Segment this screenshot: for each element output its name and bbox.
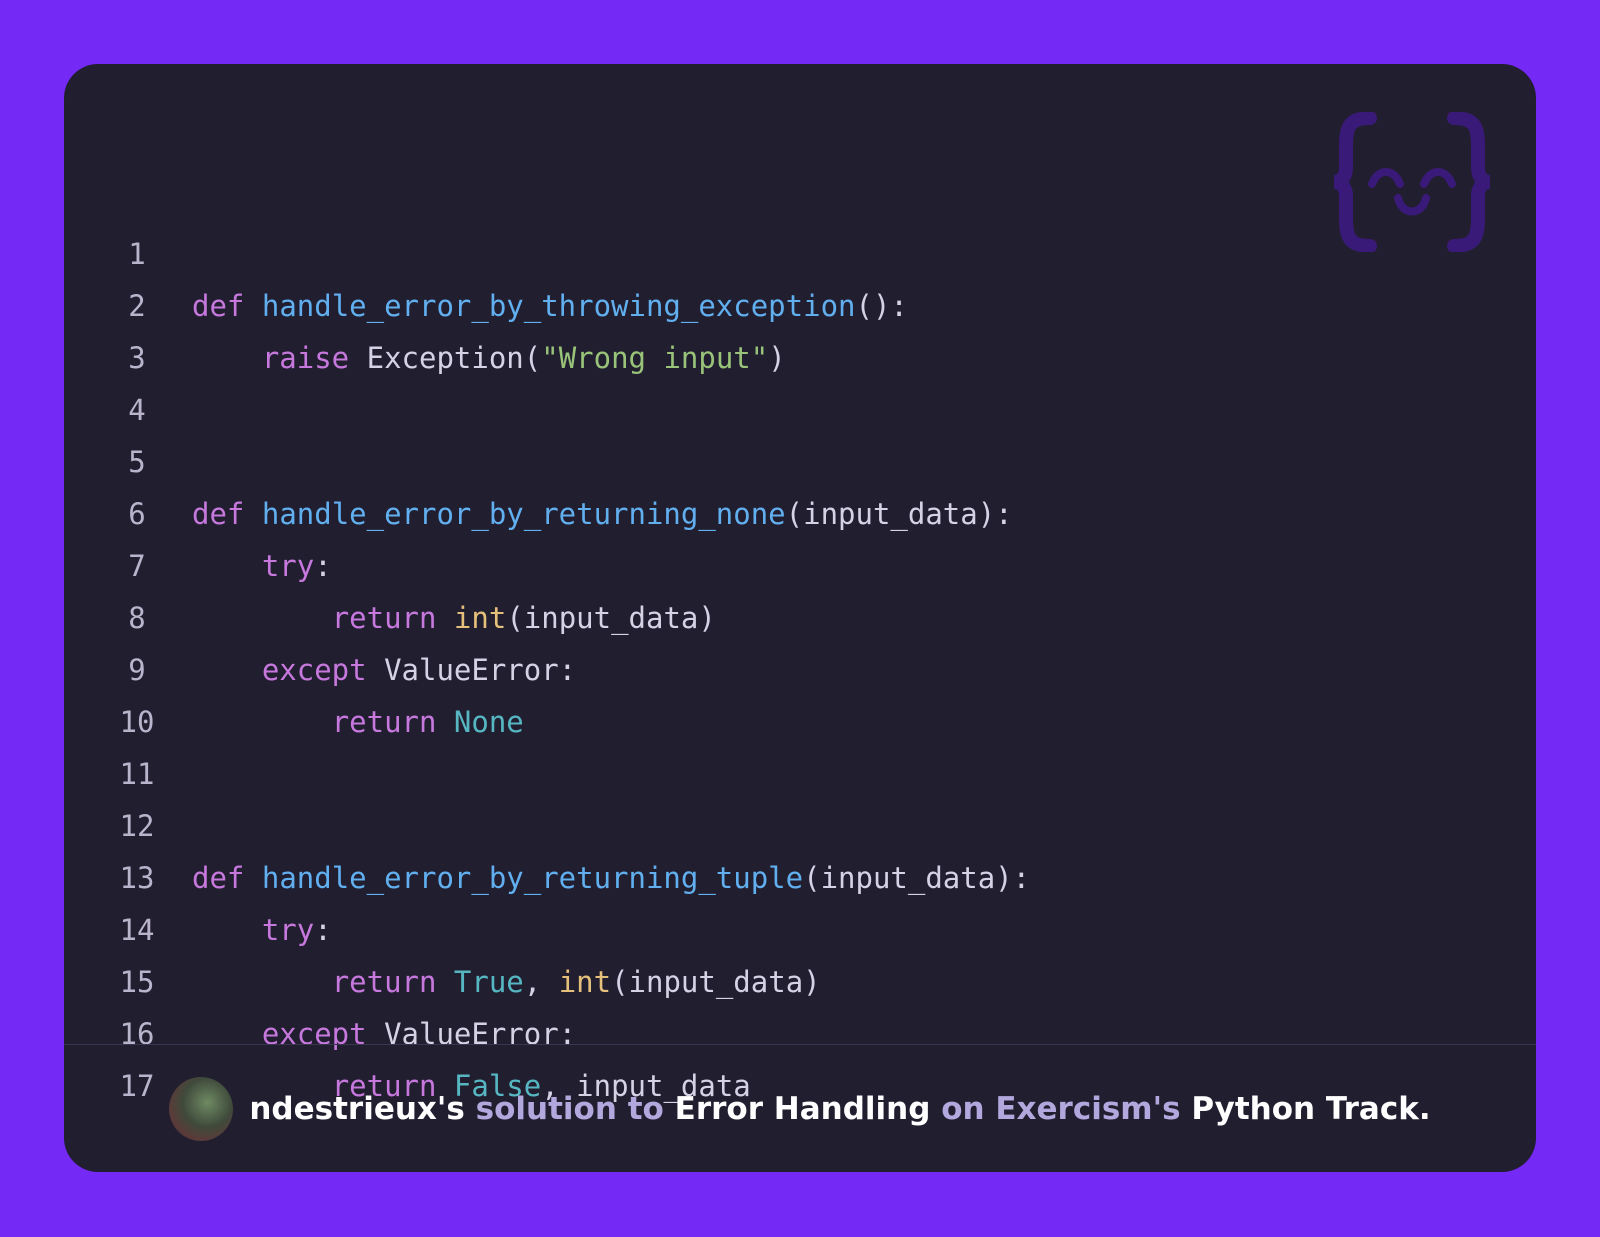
code-line: 13 try: [64,800,332,947]
code-text: (): [855,289,908,323]
string-literal: "Wrong input" [541,341,769,375]
keyword: def [192,289,245,323]
code-line: 11 [64,696,169,791]
keyword: raise [261,341,350,375]
code-line: 3 [64,280,169,375]
code-line: 2 raise Exception("Wrong input") [64,228,785,375]
code-text: : [314,913,332,947]
code-line: 16 return False, input_data [64,956,751,1103]
exercise-name[interactable]: Error Handling [675,1091,931,1127]
caption-text: on Exercism's [941,1090,1181,1127]
code-line: 7 return int(input_data) [64,488,716,635]
keyword: return [331,965,437,999]
code-text: : [314,549,332,583]
attribution-caption: ndestrieux's solution to Error Handling … [249,1091,1430,1127]
keyword: return [331,601,437,635]
keyword: return [331,705,437,739]
attribution-footer: ndestrieux's solution to Error Handling … [64,1045,1536,1172]
code-card: 1 def handle_error_by_throwing_exception… [64,64,1536,1172]
function-name: handle_error_by_returning_tuple [261,861,804,895]
code-line: 6 try: [64,436,331,583]
code-line: 4 [64,332,169,427]
keyword: try [261,549,315,583]
code-text: Exception( [366,341,542,375]
builtin: int [453,601,507,635]
code-line: 5 def handle_error_by_returning_none(inp… [64,384,1012,531]
keyword: try [261,913,315,947]
code-text: ValueError: [384,653,577,687]
code-text: , [523,965,542,999]
code-line: 14 return True, int(input_data) [64,852,821,999]
code-line: 10 [64,644,169,739]
keyword: def [192,497,245,531]
code-line: 9 return None [64,592,524,739]
code-line: 1 def handle_error_by_throwing_exception… [64,176,908,323]
code-line: 12 def handle_error_by_returning_tuple(i… [64,748,1031,895]
code-line: 8 except ValueError: [64,540,576,687]
function-name: handle_error_by_returning_none [261,497,786,531]
keyword: def [192,861,245,895]
author-name[interactable]: ndestrieux's [249,1091,465,1127]
code-text: (input_data) [506,601,716,635]
user-avatar[interactable] [169,1076,234,1141]
keyword: except [261,653,367,687]
code-text: (input_data) [611,965,821,999]
exercism-logo-icon [1333,112,1491,252]
constant: None [453,705,524,739]
code-text: (input_data): [803,861,1031,895]
code-text: ) [768,341,786,375]
caption-text: solution to [475,1090,664,1127]
code-text: (input_data): [785,497,1013,531]
code-line: 15 except ValueError: [64,904,577,1051]
constant: True [453,965,524,999]
function-name: handle_error_by_throwing_exception [261,289,856,323]
builtin: int [558,965,612,999]
track-name[interactable]: Python Track. [1191,1091,1430,1127]
